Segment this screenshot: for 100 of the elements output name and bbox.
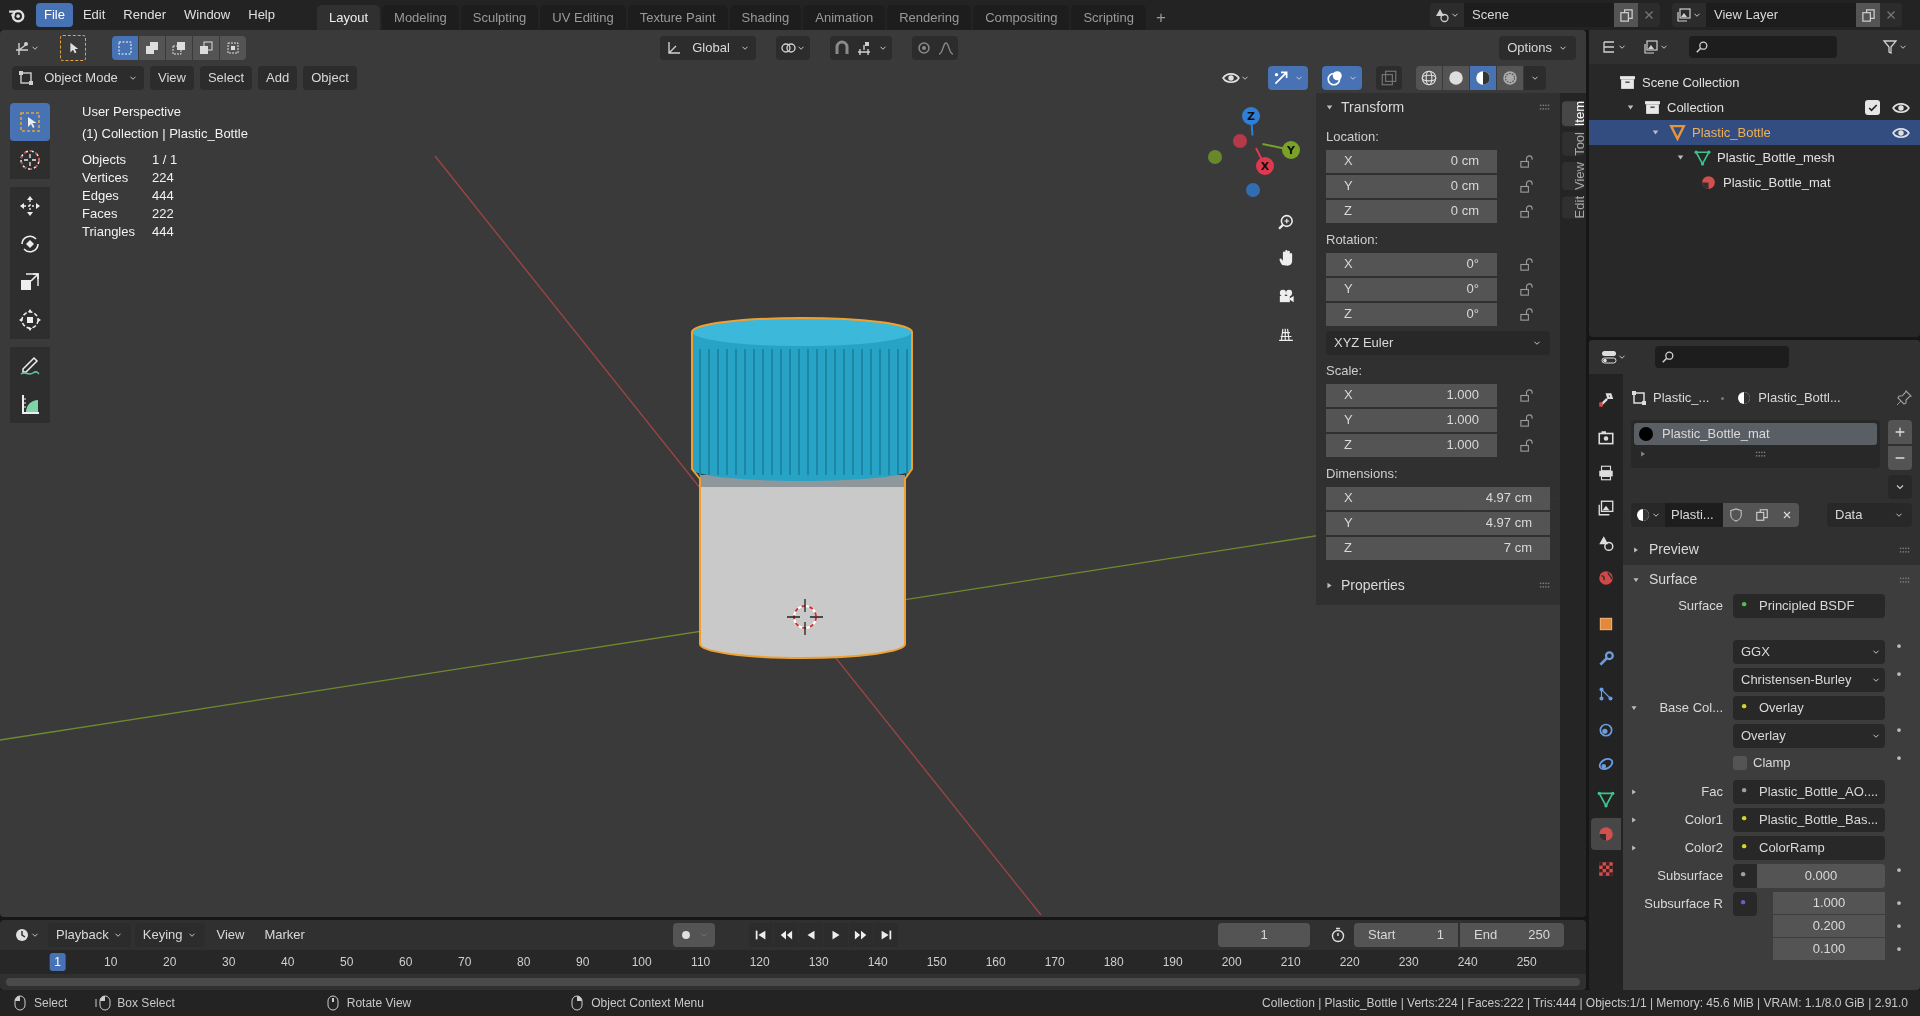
field-group-label: Location: xyxy=(1326,127,1380,146)
outliner-item-label: Plastic_Bottle_mat xyxy=(1723,173,1832,192)
menu-item[interactable]: File xyxy=(36,3,73,27)
number-field[interactable]: X 4.97 cm xyxy=(1326,486,1550,510)
frame-number: 150 xyxy=(925,954,948,971)
field-label: Subsurface xyxy=(1657,867,1723,886)
workspace-tab[interactable]: Layout xyxy=(317,5,381,30)
viewport-menu[interactable]: View xyxy=(150,66,194,90)
menu-item[interactable]: Window xyxy=(176,3,239,27)
number-field[interactable]: Z 0 cm xyxy=(1326,199,1497,223)
number-field[interactable]: X 0 cm xyxy=(1326,149,1497,173)
dropdown[interactable]: GGX xyxy=(1733,640,1885,664)
orientation-dropdown[interactable]: Global xyxy=(660,36,756,60)
field-label: Base Col... xyxy=(1659,699,1723,718)
timeline-menu[interactable]: View xyxy=(208,923,253,947)
stat-value: 444 xyxy=(152,187,175,205)
frame-number: 190 xyxy=(1161,954,1184,971)
stat-value: 1 / 1 xyxy=(152,151,179,169)
stat-label: Faces xyxy=(82,205,119,223)
viewport-menu[interactable]: Object xyxy=(303,66,357,90)
panel-header[interactable]: Properties xyxy=(1316,571,1560,599)
status-stats: Collection | Plastic_Bottle | Verts:224 | Faces:222 | Tris:444 | Objects:1/1 | Memory: 45.6 MiB | VRAM: 1.1/8.0 GiB | 2.91.0 xyxy=(1262,995,1908,1012)
gizmo-axis-handle[interactable]: Y xyxy=(1261,141,1300,159)
number-field[interactable]: X 1.000 xyxy=(1326,383,1497,407)
number-field[interactable]: Z 0° xyxy=(1326,302,1497,326)
frame-number: 60 xyxy=(398,954,414,971)
number-field[interactable]: Z 1.000 xyxy=(1326,433,1497,457)
field-group-label: Rotation: xyxy=(1326,230,1380,249)
material-name-field[interactable]: Plasti... xyxy=(1665,503,1723,527)
timeline-menu[interactable]: Keying xyxy=(134,923,205,947)
number-field[interactable]: Y 4.97 cm xyxy=(1326,511,1550,535)
number-field[interactable]: Y 0° xyxy=(1326,277,1497,301)
outliner-row[interactable]: Plastic_Bottle_mesh xyxy=(1589,145,1920,170)
sidebar-tab[interactable]: Item xyxy=(1562,101,1584,127)
sidebar-tab[interactable]: Edit xyxy=(1562,196,1584,219)
viewport-menu[interactable]: Add xyxy=(258,66,298,90)
current-frame-field[interactable]: 1 xyxy=(1218,923,1310,947)
panel-header[interactable]: Transform xyxy=(1316,93,1560,121)
sidebar-tab[interactable]: Tool xyxy=(1562,132,1584,157)
node-link-field[interactable]: ColorRamp xyxy=(1733,836,1885,860)
number-field[interactable]: 0.000 xyxy=(1757,864,1885,888)
workspace-tab[interactable]: Texture Paint xyxy=(627,5,728,30)
frame-number: 30 xyxy=(221,954,237,971)
view-layer-field[interactable]: View Layer xyxy=(1706,3,1856,27)
workspace-tab[interactable]: UV Editing xyxy=(540,5,626,30)
status-hint: Object Context Menu xyxy=(591,995,704,1012)
frame-number: 230 xyxy=(1397,954,1420,971)
mode-dropdown[interactable]: Object Mode xyxy=(12,66,144,90)
outliner-row[interactable]: Scene Collection xyxy=(1589,70,1920,95)
workspace-tab[interactable]: Compositing xyxy=(973,5,1070,30)
workspace-tab[interactable]: Sculpting xyxy=(460,5,539,30)
timeline-menu[interactable]: Marker xyxy=(256,923,313,947)
workspace-tab[interactable]: Animation xyxy=(803,5,886,30)
number-field[interactable]: 0.100 xyxy=(1773,938,1885,960)
sidebar-tab[interactable]: View xyxy=(1562,162,1584,191)
status-hint: Select xyxy=(34,995,68,1012)
field-group-label: Dimensions: xyxy=(1326,464,1399,483)
material-slot[interactable]: Plastic_Bottle_mat xyxy=(1634,423,1877,445)
number-field[interactable]: 1.000 xyxy=(1773,892,1885,914)
field-label: Surface xyxy=(1678,597,1723,616)
outliner-row[interactable]: Collection xyxy=(1589,95,1920,120)
options-dropdown[interactable]: Options xyxy=(1499,36,1576,60)
menu-item[interactable]: Render xyxy=(115,3,174,27)
workspace-tab[interactable]: Scripting xyxy=(1071,5,1146,30)
field-group-label: Scale: xyxy=(1326,361,1364,380)
dropdown[interactable]: Christensen-Burley xyxy=(1733,668,1885,692)
number-field[interactable]: Z 7 cm xyxy=(1326,536,1550,560)
add-workspace-button[interactable]: + xyxy=(1147,5,1174,30)
number-field[interactable]: Y 1.000 xyxy=(1326,408,1497,432)
node-link-field[interactable]: Overlay xyxy=(1733,696,1885,720)
frame-end-field[interactable]: End 250 xyxy=(1460,923,1564,947)
scene-field[interactable]: Scene xyxy=(1464,3,1614,27)
frame-number: 240 xyxy=(1456,954,1479,971)
stat-value: 444 xyxy=(152,223,175,241)
number-field[interactable]: 0.200 xyxy=(1773,915,1885,937)
outliner-item-label: Plastic_Bottle xyxy=(1692,123,1772,142)
number-field[interactable]: Y 0 cm xyxy=(1326,174,1497,198)
rotation-mode-dropdown[interactable]: XYZ Euler xyxy=(1326,331,1550,355)
frame-start-field[interactable]: Start 1 xyxy=(1354,923,1458,947)
workspace-tab[interactable]: Shading xyxy=(729,5,802,30)
node-link-field[interactable]: Plastic_Bottle_AO.... xyxy=(1733,780,1885,804)
viewport-menu[interactable]: Select xyxy=(199,66,253,90)
workspace-tab[interactable]: Modeling xyxy=(382,5,459,30)
frame-number: 180 xyxy=(1102,954,1125,971)
link-dropdown[interactable]: Data xyxy=(1827,503,1912,527)
field-label: Color1 xyxy=(1684,811,1723,830)
panel-header[interactable]: Preview xyxy=(1623,535,1920,564)
timeline-menu[interactable]: Playback xyxy=(48,923,131,947)
workspace-tab[interactable]: Rendering xyxy=(887,5,972,30)
menu-item[interactable]: Help xyxy=(240,3,283,27)
panel-header[interactable]: Surface xyxy=(1623,565,1920,594)
number-field[interactable]: X 0° xyxy=(1326,252,1497,276)
node-link-field[interactable]: Principled BSDF xyxy=(1733,594,1885,618)
outliner-item-label: Collection xyxy=(1667,98,1726,117)
outliner-row[interactable]: Plastic_Bottle_mat xyxy=(1589,170,1920,195)
dropdown[interactable]: Overlay xyxy=(1733,724,1885,748)
checkbox[interactable]: Clamp xyxy=(1733,752,1885,774)
outliner-row[interactable]: Plastic_Bottle xyxy=(1589,120,1920,145)
menu-item[interactable]: Edit xyxy=(74,3,114,27)
node-link-field[interactable]: Plastic_Bottle_Bas... xyxy=(1733,808,1885,832)
